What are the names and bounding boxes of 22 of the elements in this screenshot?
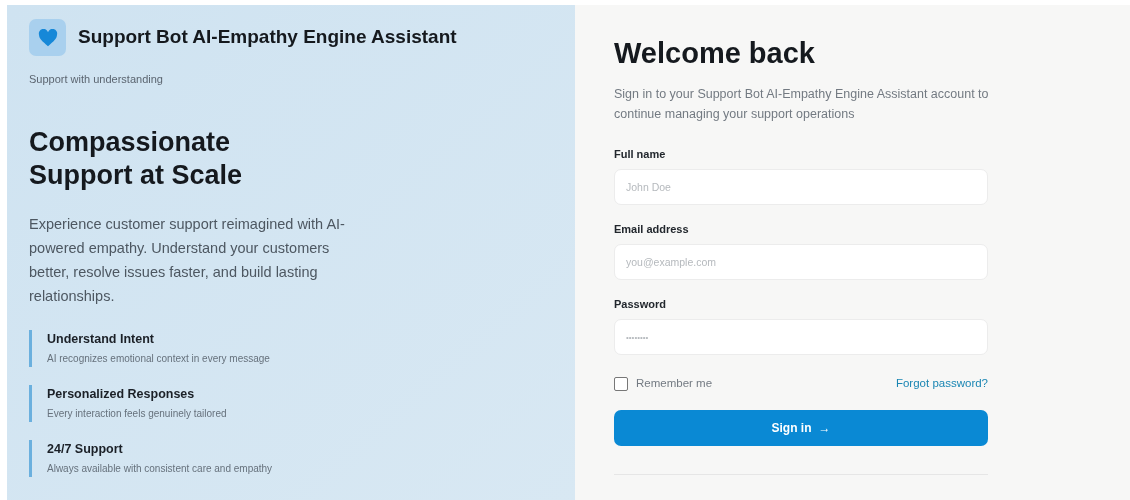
- brand-name: Support Bot AI-Empathy Engine Assistant: [78, 25, 457, 50]
- text-field[interactable]: John Doe: [614, 169, 988, 205]
- feature-title: Understand Intent: [47, 330, 155, 348]
- remember-checkbox[interactable]: [614, 376, 628, 391]
- feature-description: AI recognizes emotional context in every message: [47, 351, 271, 366]
- forgot-password-link[interactable]: Forgot password?: [895, 375, 988, 393]
- feature-description: Always available with consistent care and empathy: [47, 461, 274, 476]
- field-label: Email address: [614, 222, 690, 236]
- remember-label: Remember me: [636, 376, 713, 391]
- hero-title: Compassionate Support at Scale: [29, 125, 244, 192]
- email-field[interactable]: you@example.com: [614, 244, 988, 280]
- feature-title: Personalized Responses: [47, 385, 196, 403]
- form-title: Welcome back: [614, 36, 816, 71]
- feature-description: Every interaction feels genuinely tailored: [47, 406, 228, 421]
- brand-tagline: Support with understanding: [29, 72, 164, 87]
- hero-description: Experience customer support reimagined with AI-powered empathy. Understand your customers better, resolve issues faster, and build lasting relationships.: [29, 214, 346, 306]
- feature-title: 24/7 Support: [47, 440, 124, 458]
- form-subtitle: Sign in to your Support Bot AI-Empathy Engine Assistant account to continue managing your support operations: [614, 86, 990, 123]
- field-label: Full name: [614, 147, 667, 161]
- password-field[interactable]: ••••••••: [614, 319, 988, 355]
- sign-in-button[interactable]: Sign in →: [614, 410, 988, 447]
- field-label: Password: [614, 297, 667, 311]
